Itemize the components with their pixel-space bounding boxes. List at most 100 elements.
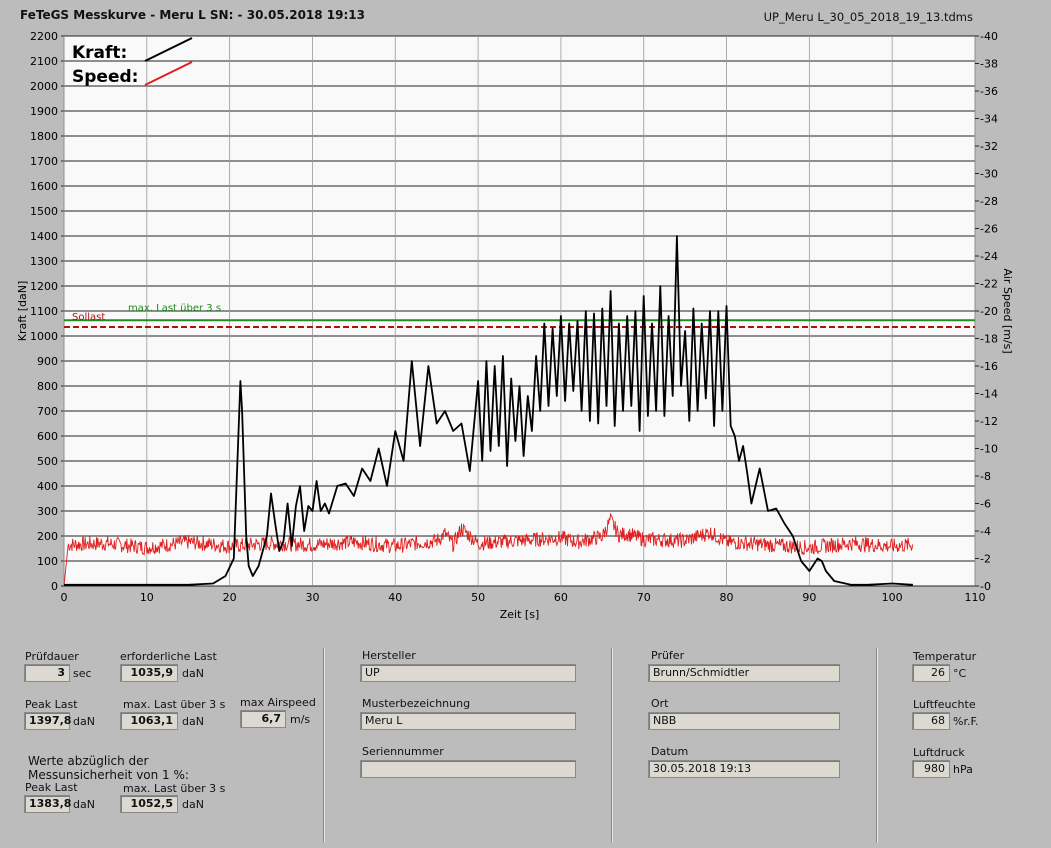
luftdruck-label: Luftdruck [913, 746, 965, 759]
max-last-line-label: max. Last über 3 s [128, 303, 221, 314]
peak-last-unit: daN [73, 715, 95, 728]
x-tick-label: 30 [305, 591, 319, 604]
sollast-line-label: Sollast [72, 312, 105, 323]
erf-last-unit: daN [182, 667, 204, 680]
y-tick-label: 200 [37, 530, 58, 543]
uncertainty-note: Werte abzüglich der Messunsicherheit von… [28, 754, 189, 782]
y2-tick-label: -8 [980, 470, 991, 483]
y-tick-label: 2100 [30, 55, 58, 68]
y2-tick-label: -30 [980, 168, 998, 181]
y-tick-label: 1400 [30, 230, 58, 243]
luftfeuchte-label: Luftfeuchte [913, 698, 976, 711]
x-axis-label: Zeit [s] [500, 608, 539, 621]
y2-tick-label: -36 [980, 85, 998, 98]
y-tick-label: 1200 [30, 280, 58, 293]
temperatur-field: 26 [912, 664, 950, 682]
y-tick-label: 2000 [30, 80, 58, 93]
x-tick-label: 0 [61, 591, 68, 604]
x-tick-label: 20 [223, 591, 237, 604]
x-tick-label: 60 [554, 591, 568, 604]
y2-tick-label: -14 [980, 388, 998, 401]
y-tick-label: 0 [51, 580, 58, 593]
y2-tick-label: -34 [980, 113, 998, 126]
muster-label: Musterbezeichnung [362, 697, 471, 710]
y2-tick-label: -40 [980, 30, 998, 43]
temperatur-unit: °C [953, 667, 967, 680]
y2-tick-label: -32 [980, 140, 998, 153]
peak-last2-unit: daN [73, 798, 95, 811]
y-tick-label: 1600 [30, 180, 58, 193]
luftfeuchte-unit: %r.F. [953, 715, 979, 728]
y-tick-label: 600 [37, 430, 58, 443]
y-tick-label: 400 [37, 480, 58, 493]
y2-tick-label: -0 [980, 580, 991, 593]
pruefdauer-field: 3 [24, 664, 70, 682]
y2-tick-label: -18 [980, 333, 998, 346]
y2-axis-label: Air Speed [m/s] [1001, 268, 1014, 353]
hersteller-label: Hersteller [362, 649, 416, 662]
luftdruck-field: 980 [912, 760, 950, 778]
serien-field [360, 760, 576, 778]
force-speed-chart: 0100200300400500600700800900100011001200… [16, 30, 1014, 621]
erf-last-label: erforderliche Last [120, 650, 217, 663]
y-tick-label: 1800 [30, 130, 58, 143]
x-tick-label: 70 [637, 591, 651, 604]
muster-field: Meru L [360, 712, 576, 730]
chart-title: FeTeGS Messkurve - Meru L SN: - 30.05.20… [20, 8, 366, 22]
y-tick-label: 500 [37, 455, 58, 468]
max-last2-field: 1052,5 [120, 795, 178, 813]
uncertainty-note-line1: Werte abzüglich der [28, 754, 149, 768]
peak-last2-field: 1383,8 [24, 795, 71, 813]
luftdruck-unit: hPa [953, 763, 973, 776]
datum-field: 30.05.2018 19:13 [648, 760, 840, 778]
datum-label: Datum [651, 745, 689, 758]
y2-tick-label: -28 [980, 195, 998, 208]
x-tick-label: 100 [882, 591, 903, 604]
y-tick-label: 1900 [30, 105, 58, 118]
y2-tick-label: -38 [980, 58, 998, 71]
divider [611, 648, 613, 843]
y-tick-label: 900 [37, 355, 58, 368]
ort-label: Ort [651, 697, 669, 710]
y2-tick-label: -12 [980, 415, 998, 428]
max-last2-unit: daN [182, 798, 204, 811]
legend-speed-label: Speed: [72, 67, 138, 87]
pruefer-field: Brunn/Schmidtler [648, 664, 840, 682]
divider [323, 648, 325, 843]
y2-tick-label: -16 [980, 360, 998, 373]
temperatur-label: Temperatur [913, 650, 977, 663]
serien-label: Seriennummer [362, 745, 444, 758]
y-tick-label: 300 [37, 505, 58, 518]
erf-last-field: 1035,9 [120, 664, 178, 682]
max-airspeed-label: max Airspeed [240, 696, 316, 709]
pruefdauer-unit: sec [73, 667, 92, 680]
max-airspeed-field: 6,7 [240, 710, 286, 728]
max-last2-label: max. Last über 3 s [123, 782, 226, 795]
hersteller-field: UP [360, 664, 576, 682]
pruefer-label: Prüfer [651, 649, 685, 662]
x-tick-label: 80 [720, 591, 734, 604]
peak-last-field: 1397,8 [24, 712, 71, 730]
pruefdauer-label: Prüfdauer [25, 650, 79, 663]
y-tick-label: 1300 [30, 255, 58, 268]
y-tick-label: 2200 [30, 30, 58, 43]
x-tick-label: 40 [388, 591, 402, 604]
x-tick-label: 90 [802, 591, 816, 604]
y2-tick-label: -20 [980, 305, 998, 318]
luftfeuchte-field: 68 [912, 712, 950, 730]
peak-last-label: Peak Last [25, 698, 78, 711]
y-tick-label: 1100 [30, 305, 58, 318]
y2-tick-label: -10 [980, 443, 998, 456]
y-tick-label: 100 [37, 555, 58, 568]
y2-tick-label: -6 [980, 498, 991, 511]
y-tick-label: 1000 [30, 330, 58, 343]
divider [876, 648, 878, 843]
y2-tick-label: -24 [980, 250, 998, 263]
y-axis-label: Kraft [daN] [16, 281, 29, 342]
y2-tick-label: -4 [980, 525, 991, 538]
y-tick-label: 700 [37, 405, 58, 418]
y2-tick-label: -22 [980, 278, 998, 291]
file-name: UP_Meru L_30_05_2018_19_13.tdms [763, 10, 973, 24]
y2-tick-label: -26 [980, 223, 998, 236]
legend-kraft-label: Kraft: [72, 43, 127, 63]
